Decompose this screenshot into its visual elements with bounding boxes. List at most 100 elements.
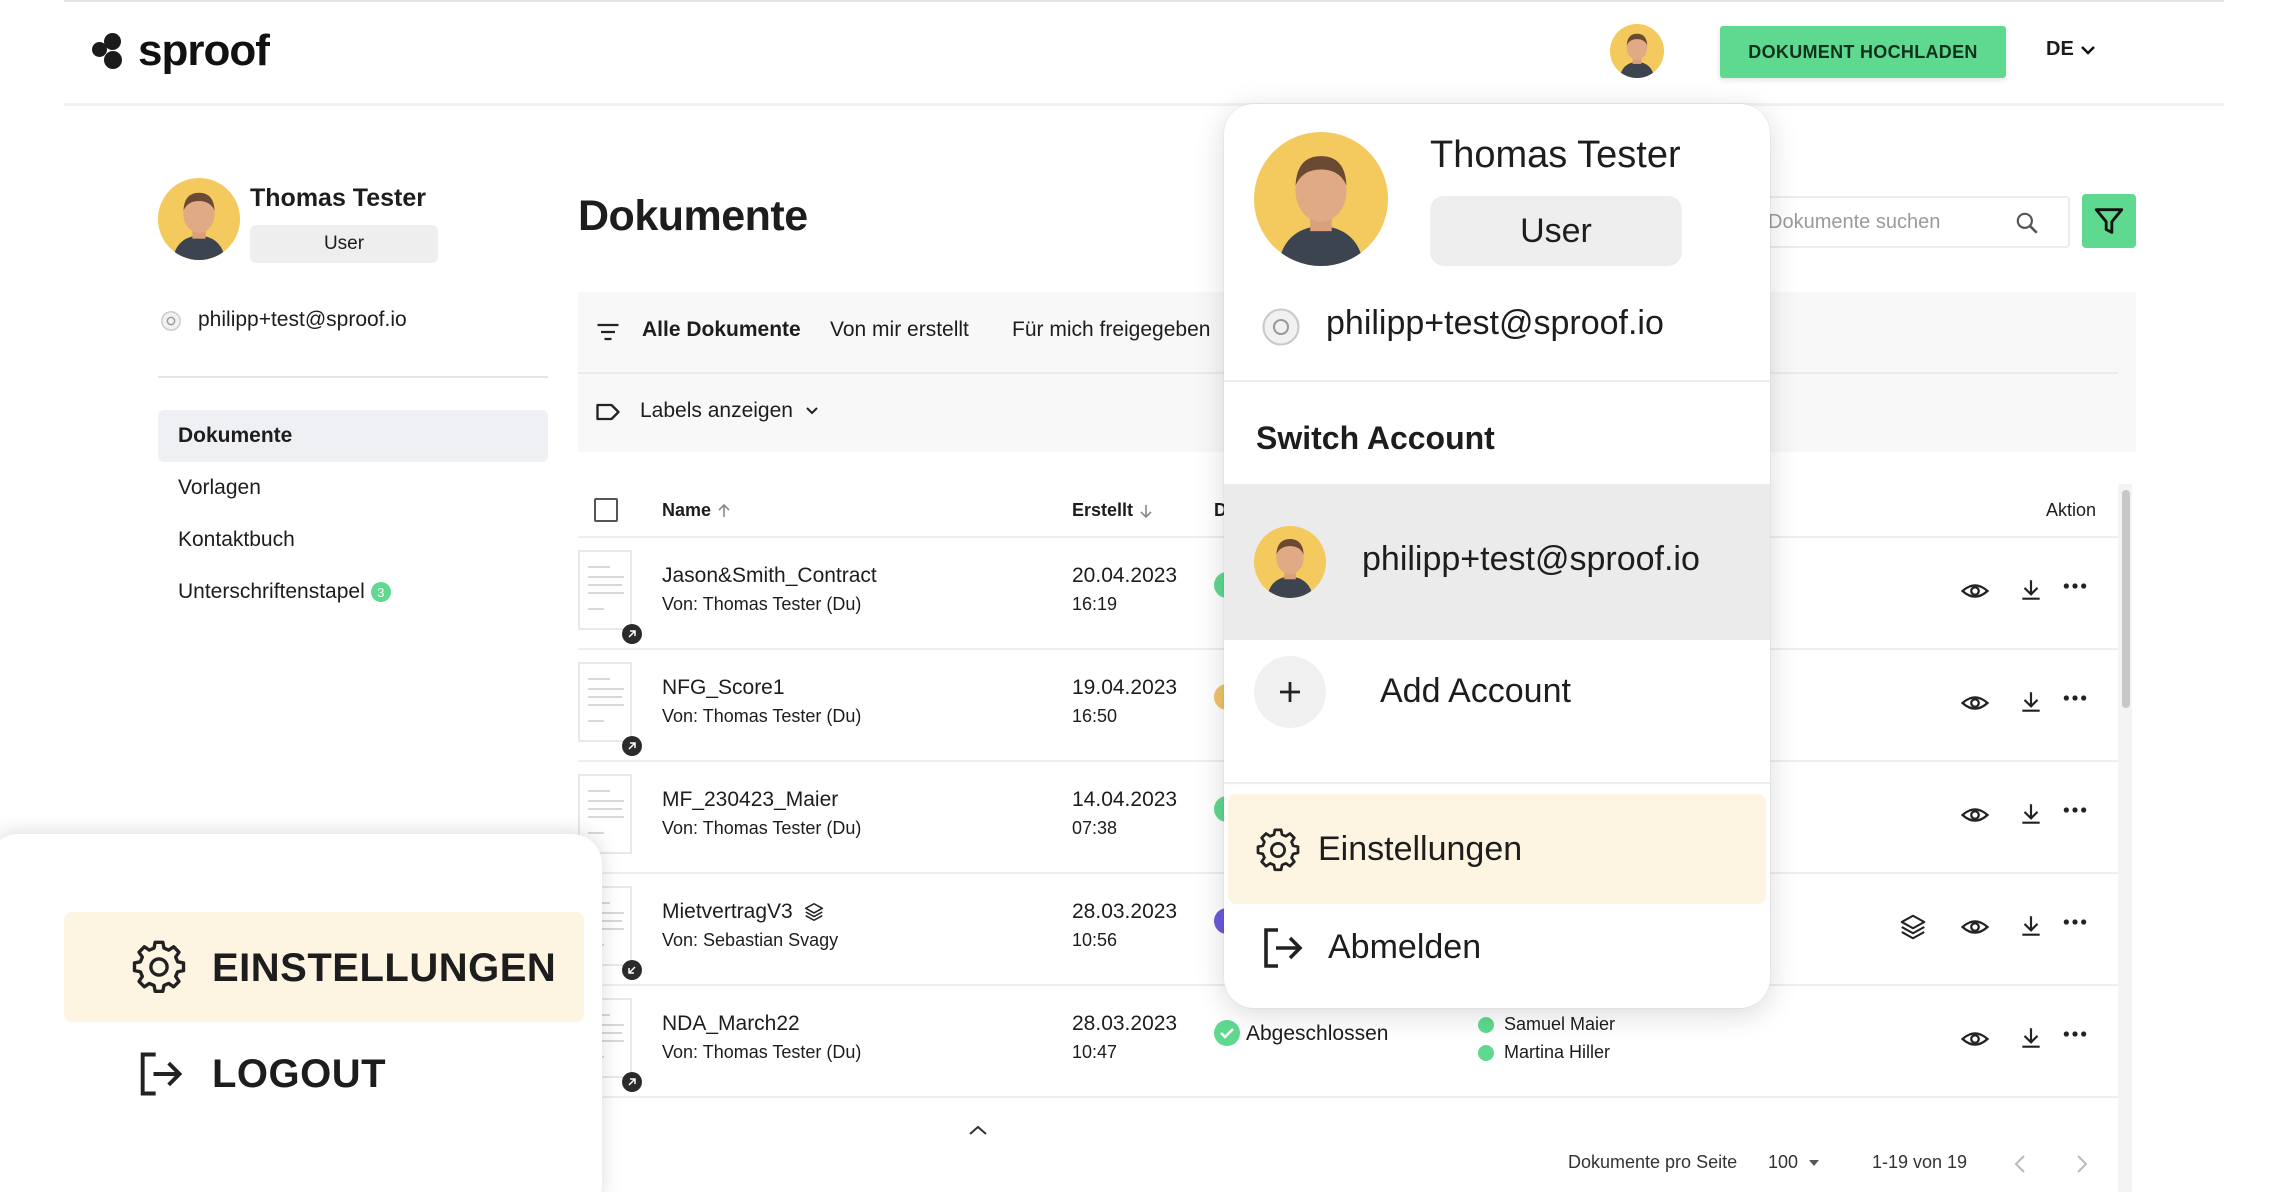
document-name[interactable]: Jason&Smith_Contract — [662, 564, 877, 588]
eye-icon[interactable] — [1960, 576, 1990, 606]
brand-name: sproof — [138, 26, 270, 75]
gear-icon — [132, 940, 186, 993]
switch-account-heading: Switch Account — [1256, 420, 1495, 456]
label-tag-icon — [596, 403, 620, 421]
logout-icon[interactable] — [1258, 924, 1306, 972]
logout-label[interactable]: Abmelden — [1328, 928, 1481, 967]
account-item[interactable]: philipp+test@sproof.io — [1224, 484, 1770, 640]
signer-item: Samuel Maier — [1478, 1014, 1615, 1035]
search-input[interactable]: Dokumente suchen — [1758, 196, 2070, 248]
at-icon — [161, 311, 181, 331]
more-icon[interactable] — [2062, 576, 2088, 596]
language-label: DE — [2046, 38, 2074, 60]
column-header-created[interactable]: Erstellt — [1072, 500, 1153, 521]
document-name-text: Jason&Smith_Contract — [662, 564, 877, 587]
document-time: 16:50 — [1072, 706, 1118, 726]
menu-email: philipp+test@sproof.io — [1326, 304, 1664, 342]
document-author: Von: Thomas Tester (Du) — [662, 1042, 862, 1062]
more-icon[interactable] — [2062, 1024, 2088, 1044]
labels-toggle[interactable]: Labels anzeigen — [640, 399, 819, 423]
add-account-label[interactable]: Add Account — [1380, 672, 1571, 711]
per-page-select[interactable]: 100 — [1768, 1152, 1820, 1173]
sidebar-item-label: Unterschriftenstapel — [178, 580, 365, 603]
filter-button[interactable] — [2082, 194, 2136, 248]
table-scrollbar-thumb[interactable] — [2122, 490, 2130, 708]
account-email: philipp+test@sproof.io — [1362, 540, 1700, 578]
more-icon[interactable] — [2062, 800, 2088, 820]
at-icon — [1262, 308, 1300, 346]
more-icon[interactable] — [2062, 912, 2088, 932]
more-icon[interactable] — [2062, 688, 2088, 708]
eye-icon[interactable] — [1960, 1024, 1990, 1054]
language-selector[interactable]: DE — [2046, 38, 2096, 61]
download-icon[interactable] — [2018, 912, 2044, 940]
eye-icon[interactable] — [1960, 688, 1990, 718]
page: sproof DOKUMENT HOCHLADEN DE Thomas Test… — [0, 0, 2288, 1192]
chevron-right-icon[interactable] — [2076, 1154, 2088, 1174]
tab-alle-dokumente[interactable]: Alle Dokumente — [642, 318, 801, 342]
document-time: 10:56 — [1072, 930, 1118, 950]
document-author: Von: Thomas Tester (Du) — [662, 594, 862, 614]
document-time: 16:19 — [1072, 594, 1118, 614]
sidebar-role-badge: User — [250, 225, 438, 263]
labels-toggle-label: Labels anzeigen — [640, 399, 793, 422]
tab-von-mir-erstellt[interactable]: Von mir erstellt — [830, 318, 969, 342]
menu-role-badge: User — [1430, 196, 1682, 266]
pagination-range: 1-19 von 19 — [1872, 1152, 1968, 1172]
document-name[interactable]: NFG_Score1 — [662, 676, 785, 700]
layers-icon[interactable] — [1898, 912, 1928, 942]
download-icon[interactable] — [2018, 1024, 2044, 1052]
plus-icon — [1280, 682, 1300, 702]
sort-lines-icon — [597, 323, 619, 341]
signer-name: Samuel Maier — [1504, 1014, 1616, 1034]
document-time: 07:38 — [1072, 818, 1118, 838]
document-name[interactable]: NDA_March22 — [662, 1012, 800, 1036]
page-title: Dokumente — [578, 192, 808, 240]
download-icon[interactable] — [2018, 576, 2044, 604]
document-name-text: NDA_March22 — [662, 1012, 800, 1035]
sidebar-item-unterschriftenstapel[interactable]: Unterschriftenstapel 3 — [158, 566, 548, 618]
column-header-name[interactable]: Name — [662, 500, 731, 521]
layers-icon — [804, 902, 823, 922]
upload-document-button[interactable]: DOKUMENT HOCHLADEN — [1720, 26, 2006, 78]
download-icon[interactable] — [2018, 688, 2044, 716]
tab-fuer-mich-freigegeben[interactable]: Für mich freigegeben — [1012, 318, 1210, 342]
document-date: 28.03.2023 — [1072, 900, 1178, 923]
document-date: 19.04.2023 — [1072, 676, 1178, 699]
sidebar-item-vorlagen[interactable]: Vorlagen — [158, 462, 548, 514]
chevron-left-icon[interactable] — [2014, 1154, 2026, 1174]
signer-name: Martina Hiller — [1504, 1042, 1611, 1062]
menu-divider — [1224, 380, 1770, 382]
logout-icon[interactable] — [134, 1048, 186, 1100]
document-author: Von: Thomas Tester (Du) — [662, 706, 862, 726]
sidebar-item-label: Kontaktbuch — [178, 528, 295, 551]
per-page-label: Dokumente pro Seite — [1568, 1152, 1738, 1172]
arrow-down-icon — [1140, 504, 1152, 518]
add-account-button[interactable] — [1254, 656, 1326, 728]
callout-logout-label[interactable]: LOGOUT — [212, 1052, 386, 1097]
outgoing-arrow-icon — [622, 1072, 642, 1092]
eye-icon[interactable] — [1960, 800, 1990, 830]
sproof-logo[interactable]: sproof — [92, 26, 270, 76]
document-thumbnail[interactable] — [578, 550, 642, 644]
document-name-text: NFG_Score1 — [662, 676, 785, 699]
settings-label: Einstellungen — [1318, 830, 1523, 868]
sidebar-item-dokumente[interactable]: Dokumente — [158, 410, 548, 462]
chevron-up-icon[interactable] — [968, 1124, 988, 1136]
document-thumbnail[interactable] — [578, 662, 642, 756]
select-all-checkbox[interactable] — [594, 498, 618, 522]
document-date: 28.03.2023 — [1072, 1012, 1178, 1035]
document-name[interactable]: MF_230423_Maier — [662, 788, 838, 812]
settings-menu-item[interactable]: Einstellungen — [1228, 794, 1766, 904]
eye-icon[interactable] — [1960, 912, 1990, 942]
incoming-arrow-icon — [622, 960, 642, 980]
gear-icon — [1256, 828, 1300, 872]
download-icon[interactable] — [2018, 800, 2044, 828]
sidebar-item-kontaktbuch[interactable]: Kontaktbuch — [158, 514, 548, 566]
document-name[interactable]: MietvertragV3 — [662, 900, 825, 924]
document-author: Von: Sebastian Svagy — [662, 930, 839, 950]
check-icon — [1478, 1016, 1494, 1033]
search-icon[interactable] — [2014, 210, 2040, 236]
document-author: Von: Thomas Tester (Du) — [662, 818, 862, 838]
header-avatar[interactable] — [1610, 24, 1664, 78]
